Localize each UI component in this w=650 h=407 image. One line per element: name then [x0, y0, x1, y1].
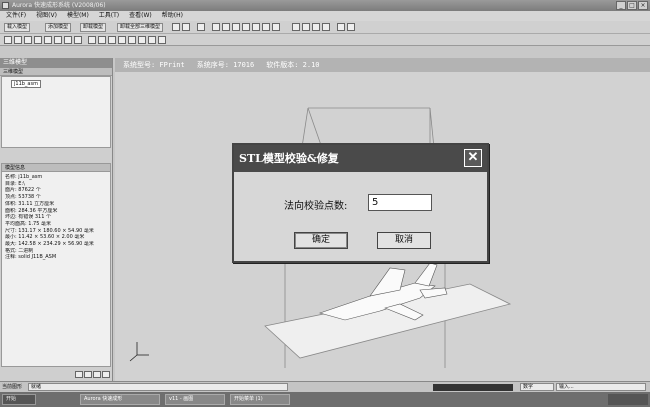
model-info-panel: 模型信息 名称: j11b_asm 目录: E:\ 面片: 87622 个 顶点…	[1, 163, 111, 367]
panel-tool-icon[interactable]	[102, 371, 110, 378]
stl-check-dialog: STL模型校验&修复 ✕ 法向校验点数: 5 确定 取消	[232, 143, 489, 263]
status-message: 就绪	[28, 383, 288, 391]
add-model-button[interactable]: 添加模型	[45, 23, 72, 32]
minimize-button[interactable]: _	[616, 1, 626, 10]
view-top-icon[interactable]	[252, 23, 260, 31]
maximize-button[interactable]: □	[627, 1, 637, 10]
info-line: 面积: 284.36 平方厘米	[5, 207, 58, 214]
info-line: 面片: 87622 个	[5, 187, 41, 194]
info-line: 名称: j11b_asm	[5, 174, 43, 180]
menu-bar: 文件(F) 视图(V) 模型(M) 工具(T) 查看(W) 帮助(H)	[0, 11, 650, 21]
print-icon[interactable]	[182, 23, 190, 31]
system-serial: 系统序号: 17016	[196, 61, 255, 69]
panel-title: 三维模型	[0, 58, 112, 68]
task-paint[interactable]: v11 - 画图	[165, 394, 225, 405]
panel-tool-icon[interactable]	[84, 371, 92, 378]
system-model: 系统型号: FPrint	[123, 61, 185, 69]
layer-icon[interactable]	[197, 23, 205, 31]
taskbar: 开始 Aurora 快速成形 v11 - 画图 开始菜单 (1)	[0, 392, 650, 407]
status-input: 输入...	[556, 383, 646, 391]
tree-tab[interactable]: 三维模型	[0, 68, 112, 76]
info-line: 坏边: 有错误 311 个	[5, 214, 51, 221]
center-icon[interactable]	[64, 36, 72, 44]
window-title: Aurora 快速成形系统 (V2008/06)	[12, 2, 106, 9]
task-aurora[interactable]: Aurora 快速成形	[80, 394, 160, 405]
view-right-icon[interactable]	[242, 23, 250, 31]
model-tree: j11b_asm	[1, 76, 111, 148]
menu-file[interactable]: 文件(F)	[6, 11, 26, 21]
close-icon[interactable]: ✕	[464, 149, 482, 167]
status-bar: 当前图形 就绪 数字 输入...	[0, 381, 650, 392]
system-tray	[608, 394, 648, 405]
title-bar: Aurora 快速成形系统 (V2008/06) _ □ ×	[0, 0, 650, 11]
layout-icon[interactable]	[118, 36, 126, 44]
tree-item-model[interactable]: j11b_asm	[11, 80, 41, 88]
fix-icon[interactable]	[138, 36, 146, 44]
menu-help[interactable]: 帮助(H)	[162, 11, 183, 21]
grid-icon[interactable]	[108, 36, 116, 44]
move-icon[interactable]	[14, 36, 22, 44]
panel-tool-icon[interactable]	[75, 371, 83, 378]
scale-icon[interactable]	[88, 36, 96, 44]
check-icon[interactable]	[128, 36, 136, 44]
unload-model-button[interactable]: 卸载模型	[80, 23, 107, 32]
view-front-icon[interactable]	[212, 23, 220, 31]
zoom-in-icon[interactable]	[24, 36, 32, 44]
view-left-icon[interactable]	[232, 23, 240, 31]
info-line: 格式: 二进制	[5, 247, 34, 254]
view-back-icon[interactable]	[222, 23, 230, 31]
info-line: 目录: E:\	[5, 180, 25, 187]
menu-window[interactable]: 查看(W)	[129, 11, 152, 21]
close-window-button[interactable]: ×	[638, 1, 648, 10]
software-version: 软件版本: 2.10	[266, 61, 320, 69]
normal-check-points-input[interactable]: 5	[368, 194, 432, 211]
support-icon[interactable]	[148, 36, 156, 44]
rotate-icon[interactable]	[292, 23, 300, 31]
normal-check-label: 法向校验点数:	[284, 201, 348, 212]
settings-icon[interactable]	[337, 23, 345, 31]
info-line: 尺寸: 131.17 × 180.60 × 54.90 毫米	[5, 227, 94, 234]
panel-tool-icon[interactable]	[93, 371, 101, 378]
menu-model[interactable]: 模型(M)	[67, 11, 89, 21]
info-line: 平均面高: 1.75 毫米	[5, 220, 51, 227]
info-line: 体积: 31.11 立方厘米	[5, 200, 55, 207]
select-icon[interactable]	[4, 36, 12, 44]
info-line: 最大: 142.58 × 234.29 × 56.90 毫米	[5, 241, 94, 248]
info-line: 注释: solid J11B_ASM	[5, 254, 57, 261]
start-button[interactable]: 开始	[2, 394, 36, 405]
toolbar-secondary	[0, 34, 650, 46]
status-num: 数字	[520, 383, 554, 391]
info-tab[interactable]: 模型信息	[2, 164, 110, 172]
dialog-title-bar: STL模型校验&修复 ✕	[234, 145, 487, 172]
zoom-icon[interactable]	[302, 23, 310, 31]
view-bottom-icon[interactable]	[262, 23, 270, 31]
toolbar-main: 载入模型 添加模型 卸载模型 卸载全部三维模型	[0, 21, 650, 34]
save-icon[interactable]	[172, 23, 180, 31]
zoom-out-icon[interactable]	[34, 36, 42, 44]
view-iso-icon[interactable]	[272, 23, 280, 31]
refresh-icon[interactable]	[54, 36, 62, 44]
fit-icon[interactable]	[322, 23, 330, 31]
copy-icon[interactable]	[74, 36, 82, 44]
slice-icon[interactable]	[158, 36, 166, 44]
help-icon[interactable]	[347, 23, 355, 31]
load-model-button[interactable]: 载入模型	[4, 23, 31, 32]
menu-tools[interactable]: 工具(T)	[99, 11, 119, 21]
ok-button[interactable]: 确定	[294, 232, 348, 249]
left-panel: 三维模型 三维模型 j11b_asm 模型信息 名称: j11b_asm 目录:…	[0, 58, 113, 381]
cancel-button[interactable]: 取消	[377, 232, 431, 249]
progress-bar	[433, 384, 513, 391]
unload-all-button[interactable]: 卸载全部三维模型	[117, 23, 164, 32]
pan-icon[interactable]	[312, 23, 320, 31]
mirror-icon[interactable]	[98, 36, 106, 44]
app-icon	[2, 2, 9, 9]
info-line: 顶点: 53738 个	[5, 194, 41, 201]
system-info-bar: 系统型号: FPrint 系统序号: 17016 软件版本: 2.10	[115, 58, 650, 72]
task-menu[interactable]: 开始菜单 (1)	[230, 394, 290, 405]
dialog-title: STL模型校验&修复	[239, 152, 339, 165]
menu-view[interactable]: 视图(V)	[36, 11, 57, 21]
zoom-window-icon[interactable]	[44, 36, 52, 44]
info-line: 最小: 11.42 × 53.60 × 2.00 毫米	[5, 234, 85, 241]
